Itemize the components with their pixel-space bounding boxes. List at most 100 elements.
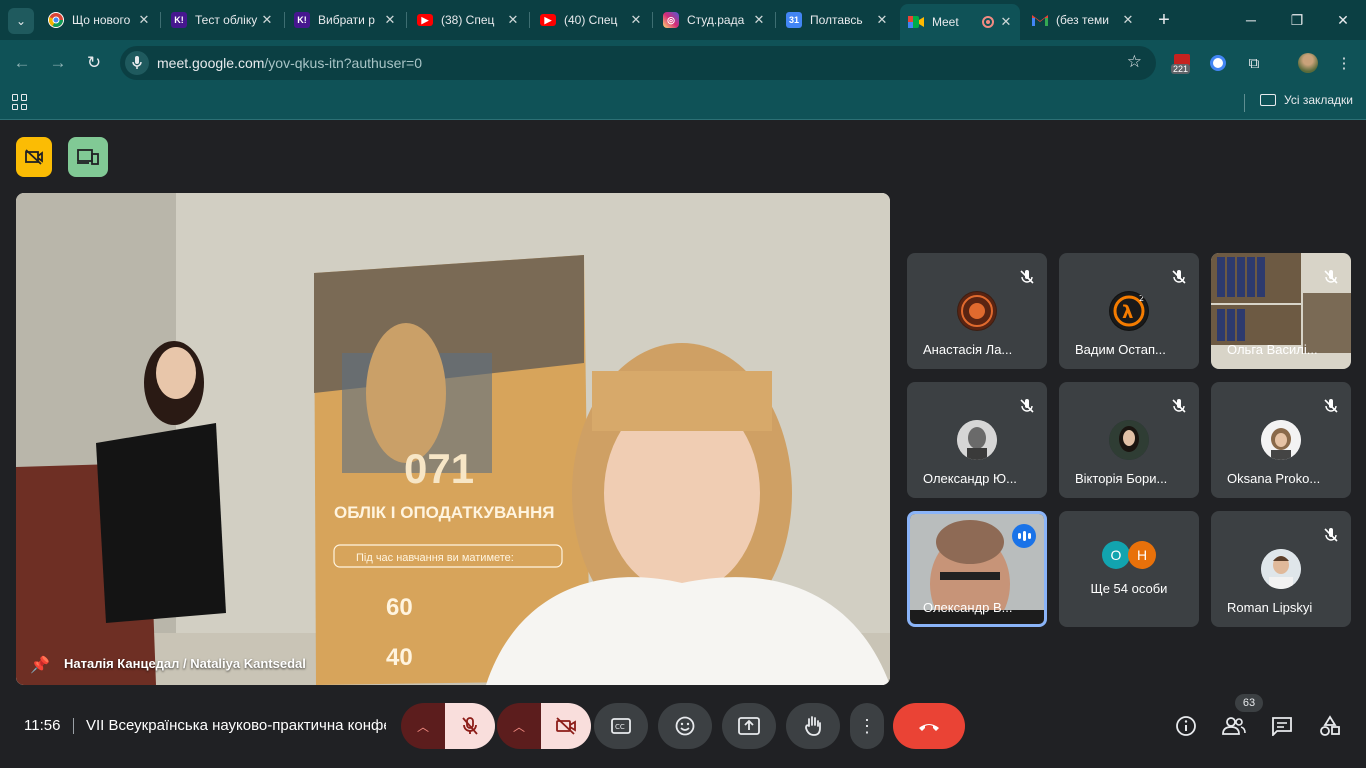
bookmark-star-icon[interactable]: ☆ (1127, 52, 1142, 72)
browser-menu-button[interactable]: ⋮ (1332, 51, 1356, 75)
tab-gmail[interactable]: (без теми ✕ (1024, 6, 1142, 34)
close-icon[interactable]: ✕ (505, 12, 521, 28)
tab-title: Полтавсь (810, 13, 863, 27)
mic-control: ︿ (401, 703, 495, 749)
close-window-button[interactable]: ✕ (1320, 6, 1366, 34)
reload-button[interactable]: ↻ (80, 49, 108, 77)
raise-hand-button[interactable] (786, 703, 840, 749)
participant-name: Вадим Остап... (1075, 342, 1166, 357)
restore-button[interactable]: ❐ (1274, 6, 1320, 34)
youtube-icon: ▶ (417, 14, 433, 26)
restore-icon: ❐ (1290, 11, 1304, 28)
people-icon (1222, 717, 1246, 735)
others-tile[interactable]: О Н Ще 54 особи (1059, 511, 1199, 627)
mic-off-icon (1020, 270, 1034, 284)
avatar (1298, 53, 1318, 73)
youtube-icon: ▶ (540, 14, 556, 26)
mic-off-icon (1324, 399, 1338, 413)
present-screen-button[interactable] (722, 703, 776, 749)
close-icon: ✕ (1337, 11, 1349, 28)
chevron-down-icon: ⌄ (15, 14, 27, 28)
tab-title: (без теми (1056, 13, 1109, 27)
camera-toggle-button[interactable] (541, 703, 591, 749)
mic-off-icon (1172, 399, 1186, 413)
people-count-badge: 63 (1235, 694, 1263, 712)
chrome-icon (48, 12, 64, 28)
meeting-clock: 11:56 (24, 717, 61, 734)
avatar (1109, 420, 1149, 460)
recording-indicator-button[interactable] (16, 137, 52, 177)
address-bar[interactable]: meet.google.com/yov-qkus-itn?authuser=0 … (120, 46, 1156, 80)
mic-off-icon (1324, 270, 1338, 284)
tab-youtube-38[interactable]: ▶ (38) Спец ✕ (409, 6, 527, 34)
activities-button[interactable] (1317, 713, 1343, 739)
more-options-button[interactable]: ⋮ (850, 703, 884, 749)
tab-search-button[interactable]: ⌄ (8, 8, 34, 34)
chevron-up-icon: ︿ (416, 719, 429, 734)
pin-icon[interactable]: 📌 (30, 655, 50, 675)
participant-tile[interactable]: Roman Lipskyi (1211, 511, 1351, 627)
close-icon[interactable]: ✕ (998, 14, 1014, 30)
camera-options-button[interactable]: ︿ (497, 703, 541, 749)
kahoot-icon: K! (171, 12, 187, 28)
tab-kahoot-test[interactable]: K! Тест обліку ✕ (163, 6, 281, 34)
captions-button[interactable]: CC (594, 703, 648, 749)
calendar-day: 31 (788, 15, 799, 25)
participant-tile[interactable]: Oksana Proko... (1211, 382, 1351, 498)
participant-tile[interactable]: Анастасія Ла... (907, 253, 1047, 369)
tab-calendar[interactable]: 31 Полтавсь ✕ (778, 6, 896, 34)
tab-meet[interactable]: Meet ✕ (900, 4, 1020, 40)
close-icon[interactable]: ✕ (382, 12, 398, 28)
close-icon[interactable]: ✕ (628, 12, 644, 28)
chat-button[interactable] (1269, 713, 1295, 739)
rooster-icon (957, 291, 997, 331)
new-tab-button[interactable]: + (1152, 8, 1176, 32)
mic-off-icon (1020, 399, 1034, 413)
avatar (1261, 420, 1301, 460)
tab-title: Студ.рада (687, 13, 745, 27)
site-info-button[interactable] (125, 51, 149, 75)
meeting-info-button[interactable] (1173, 713, 1199, 739)
extension-button[interactable] (1206, 51, 1230, 75)
companion-mode-button[interactable] (68, 137, 108, 177)
all-bookmarks-label: Усі закладки (1284, 93, 1354, 107)
leave-call-button[interactable] (893, 703, 965, 749)
apps-grid-icon[interactable] (12, 94, 28, 110)
tab-youtube-40[interactable]: ▶ (40) Спец ✕ (532, 6, 650, 34)
tab-title: (40) Спец (564, 13, 618, 27)
all-bookmarks-button[interactable]: Усі закладки (1260, 93, 1353, 107)
participant-tile[interactable]: Вікторія Бори... (1059, 382, 1199, 498)
minimize-button[interactable]: ─ (1228, 6, 1274, 34)
tab-kahoot-choose[interactable]: K! Вибрати р ✕ (286, 6, 404, 34)
mic-options-button[interactable]: ︿ (401, 703, 445, 749)
tab-title: Що нового (72, 13, 131, 27)
close-icon[interactable]: ✕ (259, 12, 275, 28)
forward-button[interactable]: → (44, 49, 72, 77)
close-icon[interactable]: ✕ (874, 12, 890, 28)
profile-button[interactable] (1296, 51, 1320, 75)
emoji-icon (675, 716, 695, 736)
plus-icon: + (1158, 8, 1170, 31)
close-icon[interactable]: ✕ (751, 12, 767, 28)
people-button[interactable] (1221, 713, 1247, 739)
more-vert-icon: ⋮ (1336, 55, 1352, 72)
reactions-button[interactable] (658, 703, 712, 749)
mic-toggle-button[interactable] (445, 703, 495, 749)
participant-tile[interactable]: Олександр Ю... (907, 382, 1047, 498)
tab-whats-new[interactable]: Що нового ✕ (40, 6, 158, 34)
others-avatars: О Н (1102, 541, 1156, 569)
participant-tile[interactable]: Ольга Василі... (1211, 253, 1351, 369)
participant-name: Ольга Василі... (1227, 342, 1318, 357)
close-icon[interactable]: ✕ (136, 12, 152, 28)
close-icon[interactable]: ✕ (1120, 12, 1136, 28)
back-button[interactable]: ← (8, 49, 36, 77)
extensions-menu-button[interactable]: ⧉ (1242, 51, 1266, 75)
chevron-up-icon: ︿ (512, 719, 525, 734)
folder-icon (1260, 94, 1276, 106)
participant-tile-speaking[interactable]: Олександр В... (907, 511, 1047, 627)
participant-tile[interactable]: λ2 Вадим Остап... (1059, 253, 1199, 369)
tab-instagram[interactable]: ◎ Студ.рада ✕ (655, 6, 773, 34)
main-video-feed[interactable]: 071 ОБЛІК І ОПОДАТКУВАННЯ Під час навчан… (16, 193, 890, 685)
shapes-icon (1320, 715, 1340, 736)
arrow-left-icon: ← (13, 53, 31, 72)
